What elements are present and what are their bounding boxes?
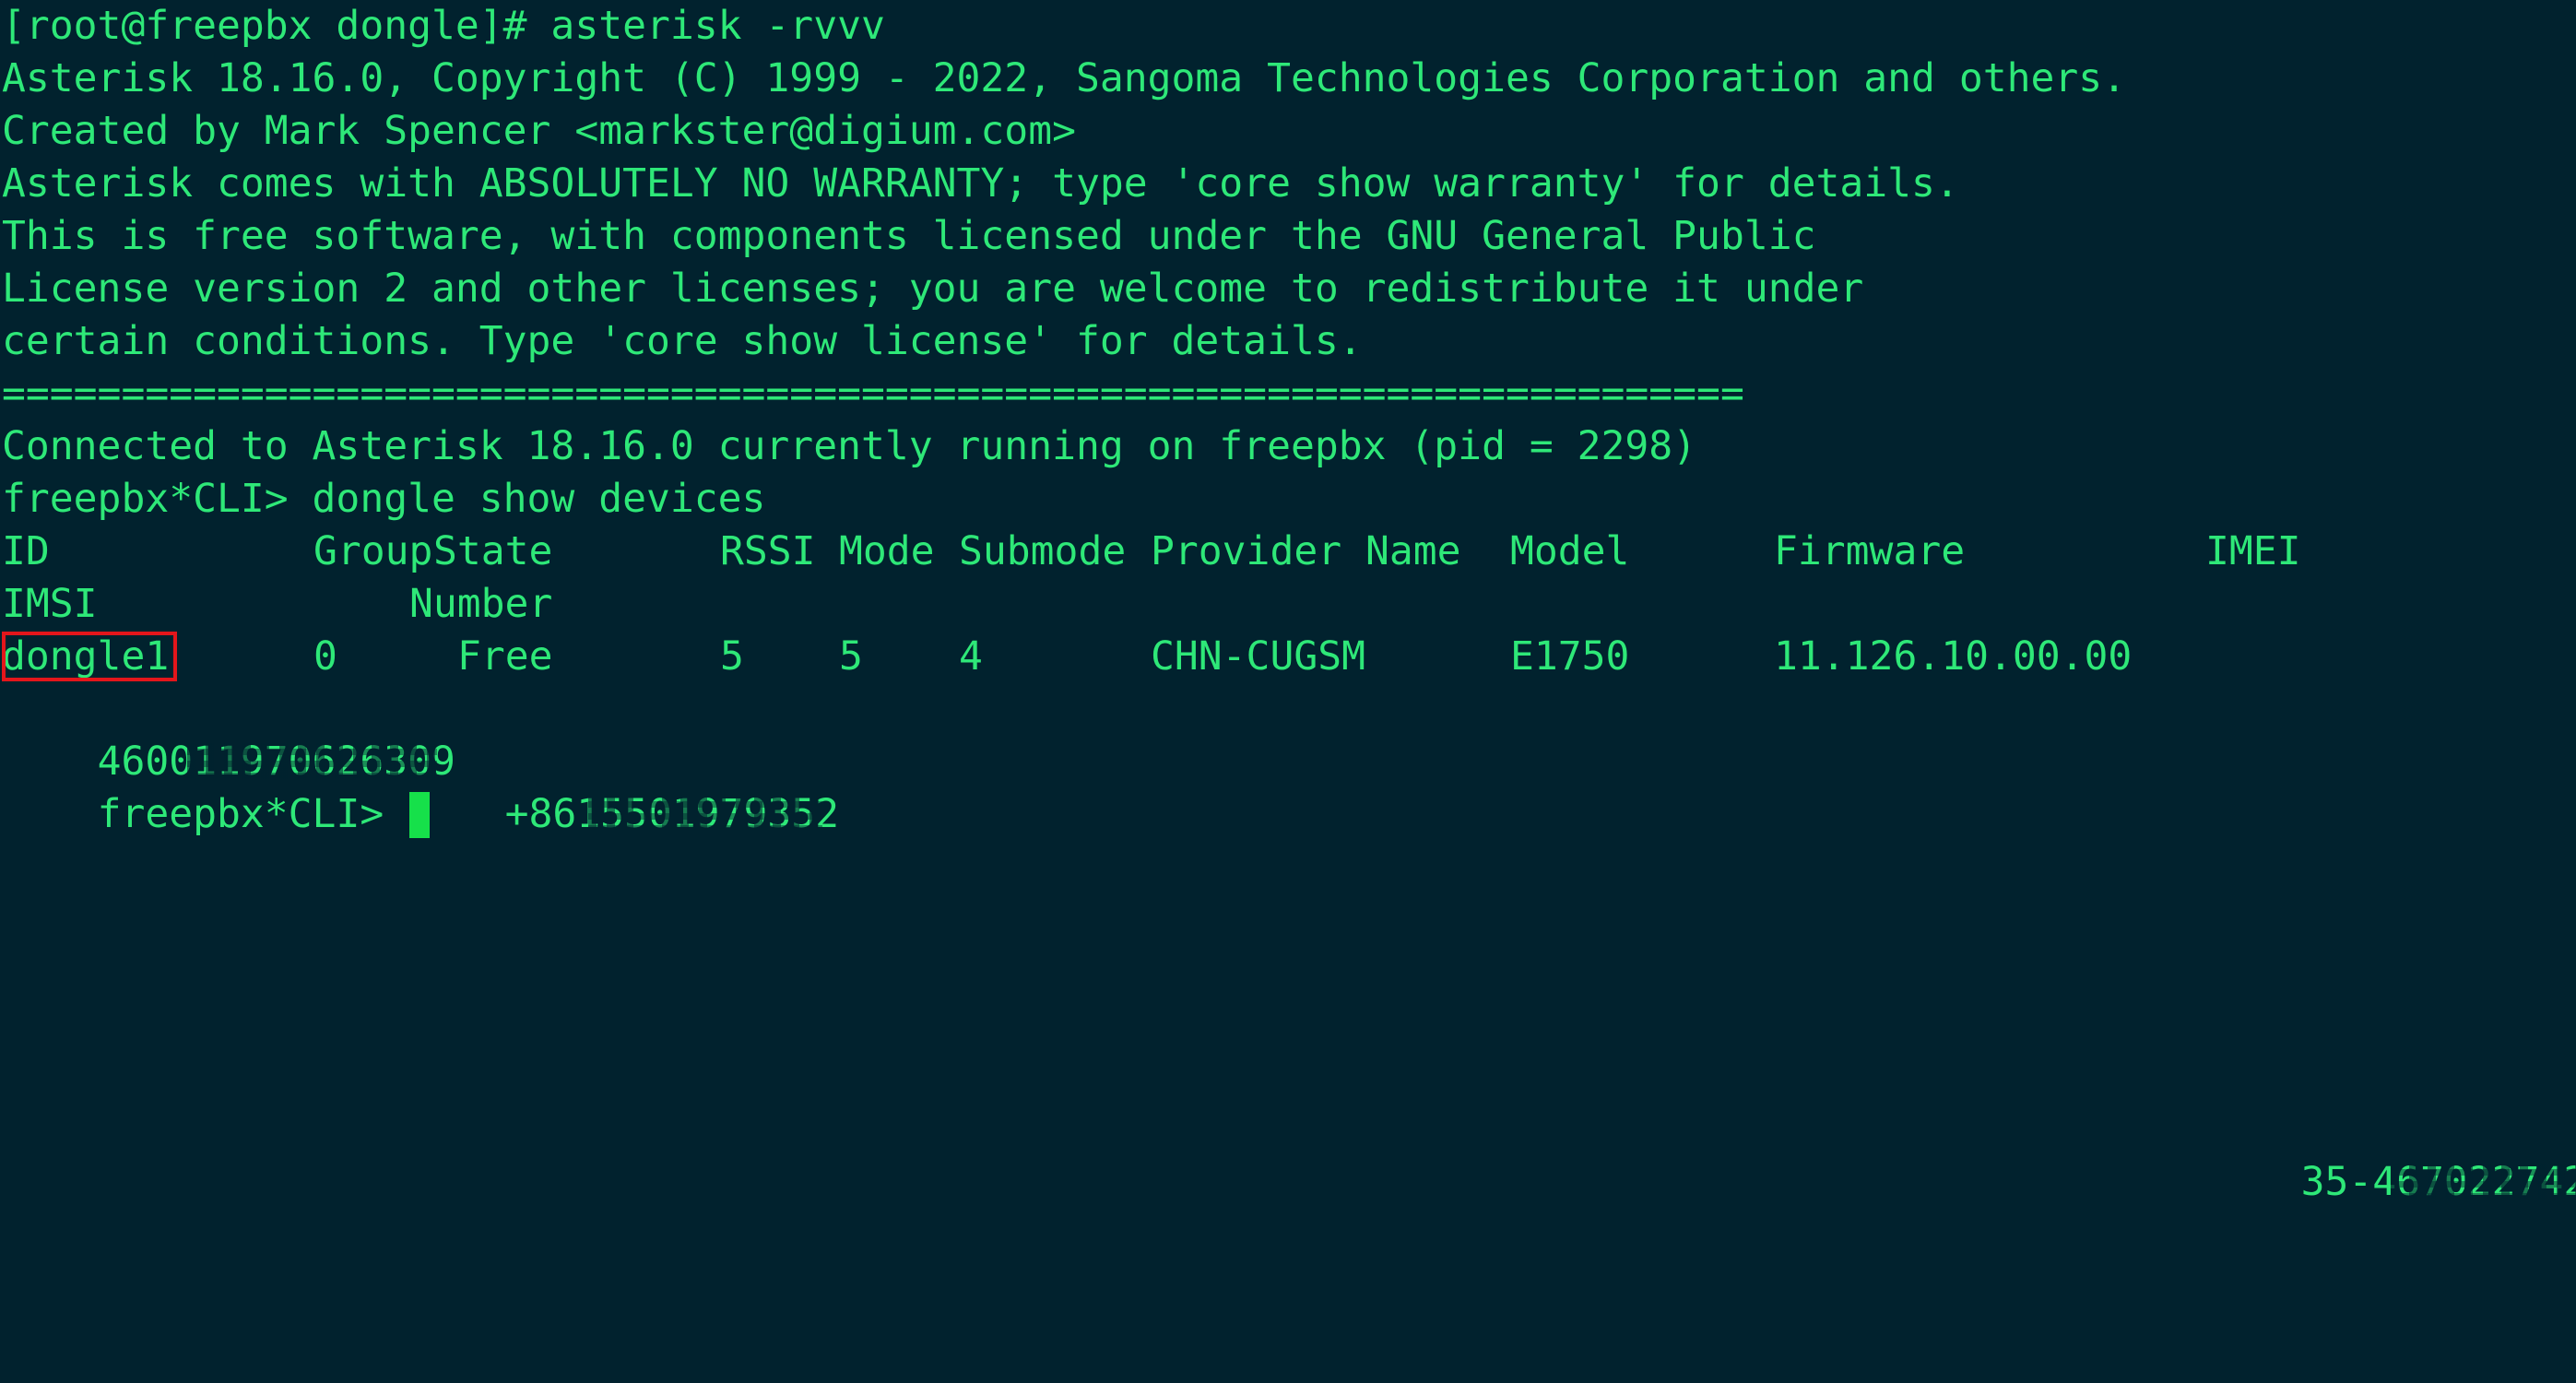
terminal-window[interactable]: [root@freepbx dongle]# asterisk -rvvv As… [0, 0, 2576, 1205]
column-header-submode: Submode [959, 528, 1127, 574]
cli-prompt: freepbx*CLI> [97, 791, 408, 837]
column-header-rssi: RSSI [720, 528, 816, 574]
column-header-imei: IMEI [2205, 528, 2301, 574]
separator-line: ========================================… [2, 371, 1744, 417]
column-header-model: Model [1510, 528, 1630, 574]
shell-command-line: [root@freepbx dongle]# asterisk -rvvv [2, 3, 885, 49]
table-header-row: ID Group State RSSI Mode Submode Provide… [2, 526, 2574, 578]
device-rssi-cell: 5 [720, 633, 744, 680]
device-mode-cell: 5 [839, 633, 863, 680]
table-row: dongle1 0 Free 5 5 4 CHN-CUGSM E1750 11.… [2, 631, 2576, 1205]
column-header-group: Group [313, 528, 433, 574]
column-header-id: ID [2, 528, 50, 574]
cli-prompt-line[interactable]: freepbx*CLI> [2, 736, 431, 838]
text-cursor [409, 792, 431, 838]
device-state-cell: Free [457, 633, 553, 680]
column-header-provider-name: Provider Name [1151, 528, 1461, 574]
device-number-cell: +8615501979352 [505, 788, 839, 841]
connection-line: Connected to Asterisk 18.16.0 currently … [2, 423, 1697, 469]
warranty-line: Asterisk comes with ABSOLUTELY NO WARRAN… [2, 160, 1959, 207]
table-header-wrap-row: IMSI Number [2, 578, 2574, 631]
column-header-imsi: IMSI [2, 581, 98, 627]
table-row-wrap: 460011970626309 +8615501979352 [2, 683, 2574, 837]
dongle-id-highlight-box [2, 632, 177, 681]
author-line: Created by Mark Spencer <markster@digium… [2, 108, 1076, 154]
column-header-mode: Mode [839, 528, 935, 574]
license-line-2: License version 2 and other licenses; yo… [2, 266, 1864, 312]
device-provider-cell: CHN-CUGSM [1151, 633, 1365, 680]
device-group-cell: 0 [313, 633, 337, 680]
license-line-1: This is free software, with components l… [2, 213, 1816, 259]
column-header-state: State [433, 528, 553, 574]
cli-command-line: freepbx*CLI> dongle show devices [2, 476, 766, 522]
license-line-3: certain conditions. Type 'core show lice… [2, 318, 1363, 364]
column-header-number: Number [409, 581, 553, 627]
device-submode-cell: 4 [959, 633, 983, 680]
device-imei-cell: 35-467022742136 [2301, 1156, 2576, 1209]
column-header-firmware: Firmware [1774, 528, 1966, 574]
device-firmware-cell: 11.126.10.00.00 [1774, 633, 2133, 680]
device-model-cell: E1750 [1510, 633, 1630, 680]
asterisk-version-line: Asterisk 18.16.0, Copyright (C) 1999 - 2… [2, 55, 2127, 101]
